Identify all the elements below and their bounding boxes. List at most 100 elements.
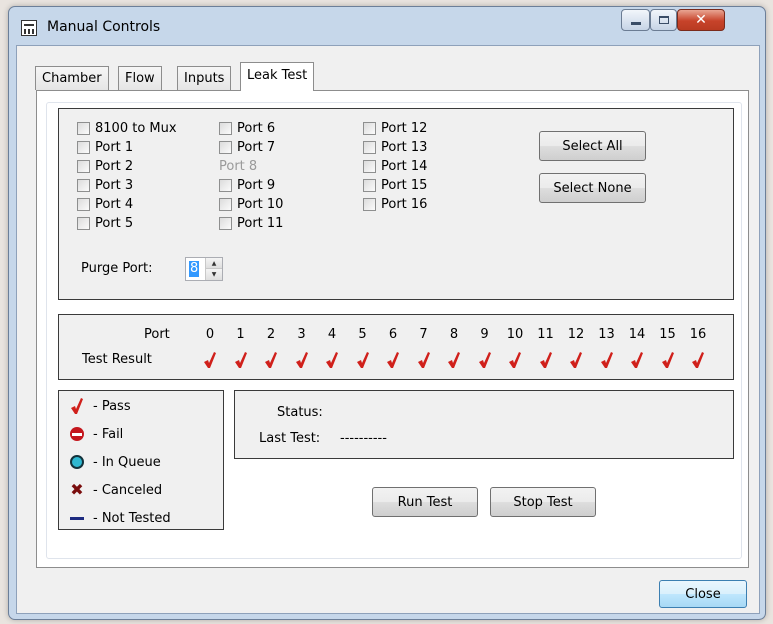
pass-check-icon xyxy=(626,351,648,371)
minimize-button[interactable] xyxy=(621,9,650,31)
port-checkbox[interactable]: Port 16 xyxy=(363,195,427,213)
pass-check-icon xyxy=(199,351,221,371)
checkbox-label: Port 5 xyxy=(95,215,134,231)
port-number: 1 xyxy=(236,327,245,342)
purge-port-stepper[interactable]: 8 ▲ ▼ xyxy=(185,257,223,281)
select-all-button[interactable]: Select All xyxy=(539,131,646,161)
queue-icon xyxy=(67,453,87,471)
checkbox-box[interactable] xyxy=(77,159,90,173)
port-checkbox[interactable]: Port 11 xyxy=(219,214,283,232)
window-close-button[interactable]: ✕ xyxy=(677,9,725,31)
checkbox-label: Port 16 xyxy=(381,196,428,212)
port-number: 15 xyxy=(659,327,676,342)
tab-flow[interactable]: Flow xyxy=(118,66,162,90)
title-bar[interactable]: Manual Controls ✕ xyxy=(9,7,765,45)
port-checkbox[interactable]: Port 1 xyxy=(77,138,133,156)
port-number: 4 xyxy=(327,327,337,342)
port-number: 2 xyxy=(266,327,276,342)
port-checkbox[interactable]: Port 9 xyxy=(219,176,275,194)
window-title: Manual Controls xyxy=(47,19,161,35)
tab-leak-test[interactable]: Leak Test xyxy=(240,62,315,91)
spin-down-arrow-icon: ▼ xyxy=(211,271,217,278)
port-checkbox[interactable]: Port 2 xyxy=(77,157,133,175)
spin-up-button[interactable]: ▲ xyxy=(206,258,222,269)
port-number: 14 xyxy=(628,327,646,342)
checkbox-label: Port 14 xyxy=(381,158,428,174)
port-checkbox[interactable]: Port 7 xyxy=(219,138,275,156)
port-checkbox[interactable]: Port 14 xyxy=(363,157,427,175)
checkbox-label: Port 12 xyxy=(381,120,428,136)
port-checkbox[interactable]: Port 6 xyxy=(219,119,275,137)
checkbox-box[interactable] xyxy=(219,140,232,154)
port-checkbox[interactable]: Port 5 xyxy=(77,214,133,232)
checkbox-label: Port 10 xyxy=(237,196,284,212)
maximize-button[interactable] xyxy=(650,9,677,31)
checkbox-box[interactable] xyxy=(219,197,232,211)
close-x-icon: ✕ xyxy=(695,12,707,28)
checkbox-box[interactable] xyxy=(77,178,90,192)
spin-down-button[interactable]: ▼ xyxy=(206,269,222,280)
checkbox-box[interactable] xyxy=(77,216,90,230)
port-checkbox[interactable]: Port 12 xyxy=(363,119,427,137)
pass-check-icon xyxy=(230,351,252,371)
leak-test-panel: 8100 to Mux Port 1 Port 2 Port 3 Port 4 Port … xyxy=(36,90,749,568)
port-checkbox[interactable]: 8100 to Mux xyxy=(77,119,177,137)
port-checkbox[interactable]: Port 13 xyxy=(363,138,427,156)
port-checkbox[interactable]: Port 3 xyxy=(77,176,133,194)
close-button[interactable]: Close xyxy=(659,580,747,608)
port-number: 8 xyxy=(449,327,459,342)
pass-check-icon xyxy=(413,351,435,371)
check-icon xyxy=(67,397,87,415)
purge-port-value[interactable]: 8 xyxy=(189,261,200,277)
checkbox-label: Port 1 xyxy=(95,139,134,155)
pass-check-icon xyxy=(291,351,313,371)
checkbox-label: Port 6 xyxy=(237,120,276,136)
port-number: 7 xyxy=(419,327,428,342)
client-area: Chamber Flow Inputs Leak Test 8100 to Mu… xyxy=(16,45,760,614)
checkbox-label: Port 2 xyxy=(95,158,134,174)
port-number: 11 xyxy=(537,327,554,342)
checkbox-label: Port 15 xyxy=(381,177,428,193)
port-checkbox[interactable]: Port 4 xyxy=(77,195,133,213)
checkbox-box[interactable] xyxy=(363,197,376,211)
app-icon xyxy=(21,20,37,36)
legend-label: - Pass xyxy=(93,398,131,414)
leak-test-content: 8100 to Mux Port 1 Port 2 Port 3 Port 4 Port … xyxy=(46,102,742,559)
legend-item: - Pass xyxy=(67,395,131,417)
stop-test-button[interactable]: Stop Test xyxy=(490,487,596,517)
port-checkbox[interactable]: Port 15 xyxy=(363,176,427,194)
checkbox-label: Port 8 xyxy=(219,158,258,174)
port-number: 0 xyxy=(205,327,215,342)
pass-check-icon xyxy=(596,351,618,371)
port-number: 12 xyxy=(567,327,585,342)
checkbox-label: Port 3 xyxy=(95,177,134,193)
checkbox-box[interactable] xyxy=(77,197,90,211)
run-test-button[interactable]: Run Test xyxy=(372,487,478,517)
legend-label: - Fail xyxy=(93,426,124,442)
checkbox-box[interactable] xyxy=(219,121,232,135)
select-none-button[interactable]: Select None xyxy=(539,173,646,203)
tab-chamber[interactable]: Chamber xyxy=(35,66,109,90)
pass-check-icon xyxy=(535,351,557,371)
pass-check-icon xyxy=(443,351,465,371)
checkbox-box[interactable] xyxy=(219,178,232,192)
checkbox-box[interactable] xyxy=(77,140,90,154)
legend-group: - Pass - Fail - In Queue ✖ - Canceled - Not T… xyxy=(58,390,224,530)
checkbox-box[interactable] xyxy=(219,216,232,230)
checkbox-box[interactable] xyxy=(363,140,376,154)
legend-item: - In Queue xyxy=(67,451,161,473)
checkbox-box[interactable] xyxy=(77,121,90,135)
port-checkbox[interactable]: Port 10 xyxy=(219,195,283,213)
checkbox-box[interactable] xyxy=(363,178,376,192)
manual-controls-window: Manual Controls ✕ Chamber Flow Inputs Le… xyxy=(8,6,766,620)
port-number: 6 xyxy=(388,327,398,342)
checkbox-box[interactable] xyxy=(363,159,376,173)
pass-check-icon xyxy=(321,351,343,371)
tab-inputs[interactable]: Inputs xyxy=(177,66,232,90)
checkbox-box[interactable] xyxy=(363,121,376,135)
legend-label: - In Queue xyxy=(93,454,161,470)
spin-up-arrow-icon: ▲ xyxy=(211,259,217,267)
pass-check-icon xyxy=(687,351,709,371)
pass-check-icon xyxy=(352,351,374,371)
spinner-buttons: ▲ ▼ xyxy=(205,258,222,280)
